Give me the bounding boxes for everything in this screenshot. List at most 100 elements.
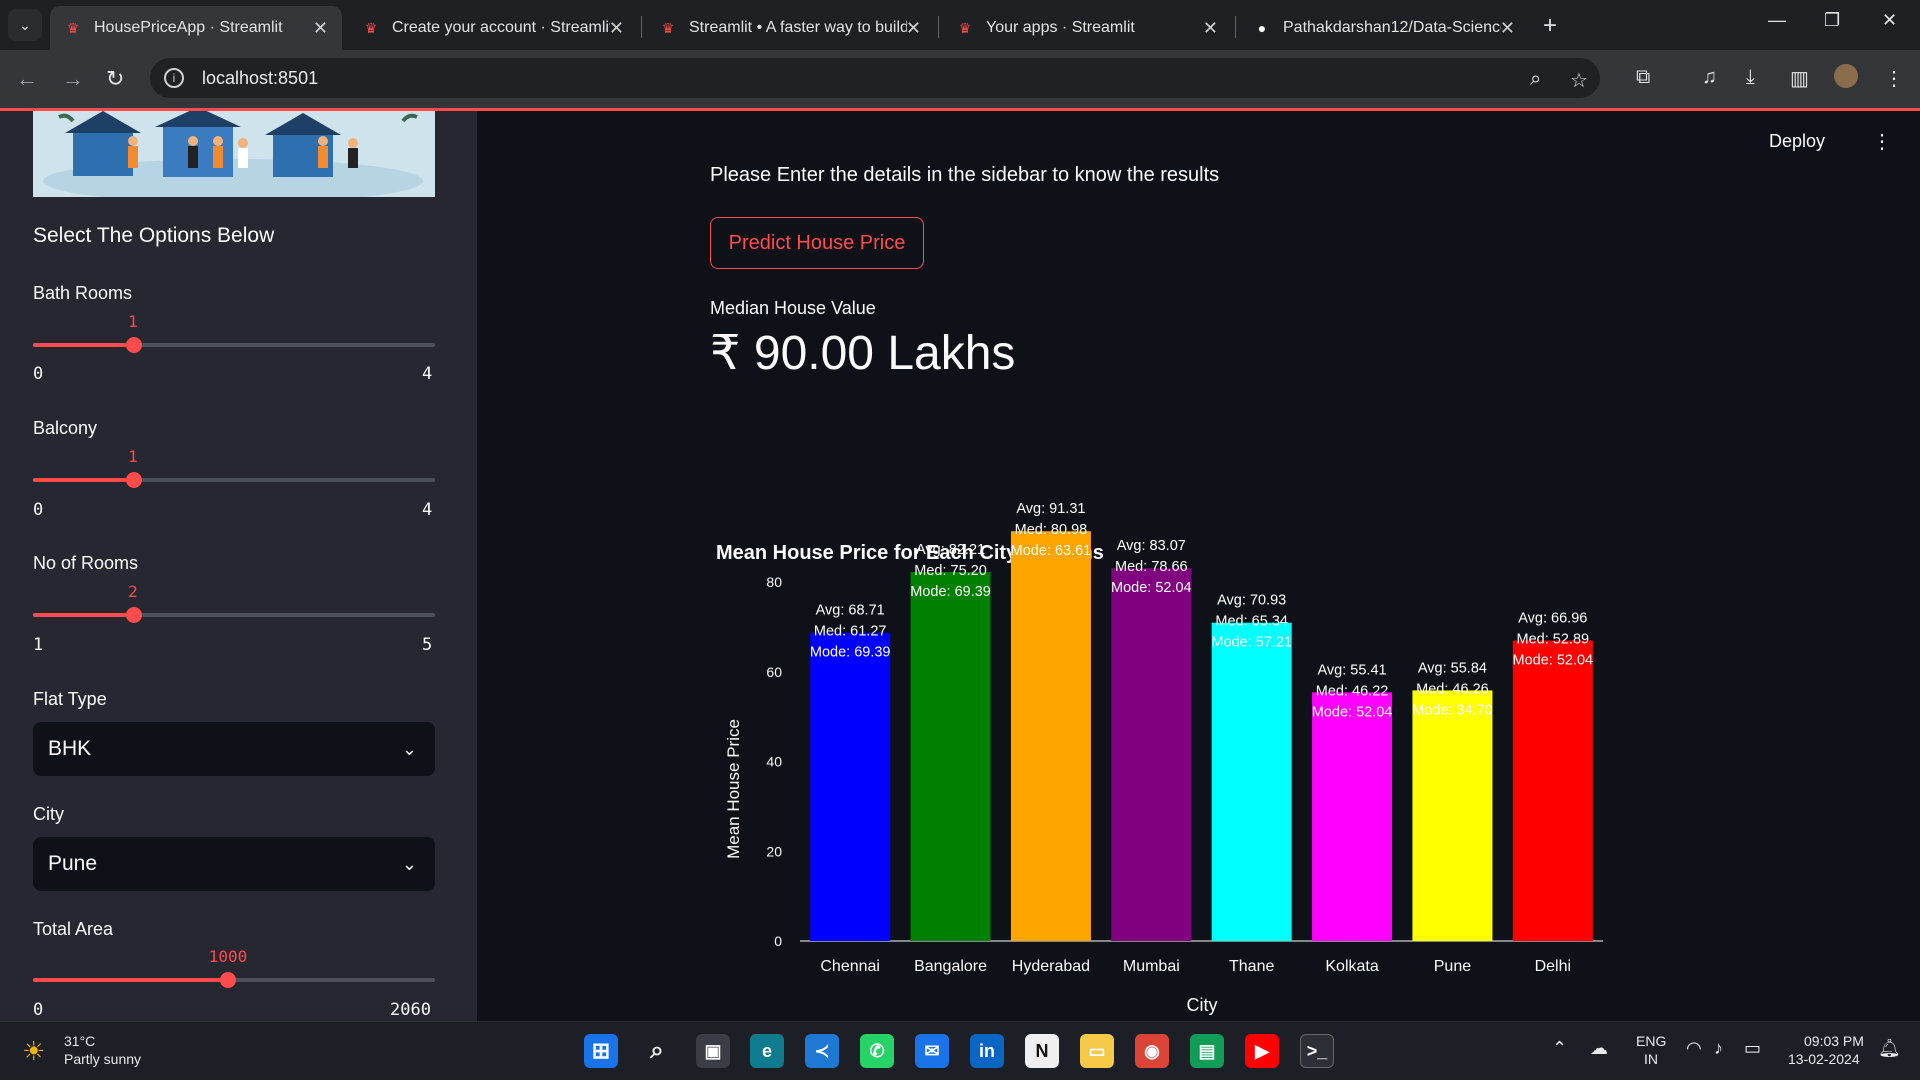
profile-avatar[interactable]: [1834, 64, 1858, 88]
weather-desc[interactable]: Partly sunny: [64, 1050, 141, 1068]
close-tab-icon[interactable]: ✕: [313, 18, 328, 39]
tab-streamlit-home[interactable]: ♛ Streamlit • A faster way to build ✕: [645, 6, 935, 50]
url-text: localhost:8501: [202, 67, 319, 88]
no-of-rooms-slider[interactable]: [33, 607, 435, 623]
language-bottom[interactable]: IN: [1644, 1050, 1658, 1068]
bar-delhi: [1512, 640, 1593, 941]
back-arrow-icon[interactable]: ←: [16, 66, 38, 92]
address-bar[interactable]: i localhost:8501 ⌕ ☆: [150, 58, 1600, 98]
close-tab-icon[interactable]: ✕: [609, 18, 624, 39]
whatsapp-icon[interactable]: ✆: [860, 1034, 894, 1068]
side-panel-icon[interactable]: ▥: [1790, 66, 1809, 91]
streamlit-crown-icon: ♛: [958, 19, 972, 36]
tab-divider: [641, 16, 642, 38]
close-window-icon[interactable]: ✕: [1882, 10, 1897, 31]
mode-label: Mode: 69.39: [810, 645, 891, 661]
notion-icon[interactable]: N: [1025, 1034, 1059, 1068]
metric-label: Median House Value: [710, 298, 876, 318]
balcony-slider[interactable]: [33, 472, 435, 488]
main-menu-icon[interactable]: ⋮: [1872, 129, 1892, 154]
vscode-icon[interactable]: ≺: [805, 1034, 839, 1068]
reload-icon[interactable]: ↻: [106, 66, 124, 92]
language-top[interactable]: ENG: [1636, 1032, 1666, 1050]
x-tick-label: Chennai: [820, 958, 880, 975]
flat-type-label: Flat Type: [33, 689, 107, 709]
bath-rooms-label: Bath Rooms: [33, 283, 133, 303]
tab-github[interactable]: ● Pathakdarshan12/Data-Science ✕: [1239, 6, 1529, 50]
notification-bell-icon[interactable]: 🔔︎: [1878, 1038, 1901, 1059]
tray-chevron-up-icon[interactable]: ⌃: [1552, 1038, 1567, 1059]
sidebar: Select The Options Below Bath Rooms 1 0 …: [0, 111, 477, 1021]
avg-label: Avg: 70.93: [1217, 593, 1286, 609]
browser-menu-icon[interactable]: ⋮: [1884, 66, 1904, 91]
classroom-icon[interactable]: ▤: [1190, 1034, 1224, 1068]
slider-fill: [33, 478, 134, 482]
onedrive-cloud-icon[interactable]: ☁: [1590, 1038, 1608, 1059]
slider-thumb[interactable]: [219, 972, 236, 988]
windows-start-icon[interactable]: ⊞: [584, 1034, 618, 1068]
total-area-slider[interactable]: [33, 972, 435, 988]
clock-time[interactable]: 09:03 PM: [1804, 1032, 1864, 1050]
deploy-button[interactable]: Deploy: [1769, 131, 1825, 152]
flat-type-select[interactable]: BHK ⌄: [33, 722, 435, 776]
slider-thumb[interactable]: [125, 472, 142, 488]
search-icon[interactable]: ⌕: [640, 1034, 674, 1068]
chevron-down-icon: ⌄: [401, 853, 417, 874]
no-of-rooms-label: No of Rooms: [33, 553, 139, 573]
balcony-min: 0: [33, 500, 44, 520]
new-tab-plus-icon[interactable]: +: [1543, 12, 1557, 40]
no-of-rooms-min: 1: [33, 635, 44, 655]
tab-divider: [1235, 16, 1236, 38]
no-of-rooms-max: 5: [422, 635, 433, 655]
median-label: Med: 78.66: [1115, 559, 1188, 575]
city-select[interactable]: Pune ⌄: [33, 837, 435, 891]
restore-icon[interactable]: ❐: [1824, 10, 1840, 31]
predict-house-price-button[interactable]: Predict House Price: [710, 217, 924, 269]
battery-icon[interactable]: ▭: [1744, 1038, 1761, 1059]
y-tick-label: 20: [766, 843, 782, 859]
tab-create-account[interactable]: ♛ Create your account · Streamlit ✕: [348, 6, 638, 50]
file-explorer-icon[interactable]: ▭: [1080, 1034, 1114, 1068]
slider-thumb[interactable]: [125, 607, 142, 623]
bath-rooms-value: 1: [128, 312, 138, 331]
tab-your-apps[interactable]: ♛ Your apps · Streamlit ✕: [942, 6, 1232, 50]
wifi-icon[interactable]: ◠: [1686, 1038, 1702, 1059]
slider-fill: [33, 343, 134, 347]
total-area-value: 1000: [208, 947, 248, 966]
bath-rooms-min: 0: [33, 364, 44, 384]
zoom-icon[interactable]: ⌕: [1530, 68, 1541, 91]
bath-rooms-slider[interactable]: [33, 337, 435, 353]
tab-search-chevron-icon[interactable]: ⌄: [8, 9, 42, 41]
chrome-icon[interactable]: ◉: [1135, 1034, 1169, 1068]
close-tab-icon[interactable]: ✕: [1500, 18, 1515, 39]
bookmark-star-icon[interactable]: ☆: [1570, 68, 1588, 93]
forward-arrow-icon[interactable]: →: [62, 66, 84, 92]
task-view-icon[interactable]: ▣: [696, 1034, 730, 1068]
close-tab-icon[interactable]: ✕: [1203, 18, 1218, 39]
y-tick-label: 0: [774, 933, 782, 949]
linkedin-icon[interactable]: in: [970, 1034, 1004, 1068]
youtube-icon[interactable]: ▶: [1245, 1034, 1279, 1068]
terminal-icon[interactable]: >_: [1300, 1034, 1334, 1068]
mode-label: Mode: 69.39: [910, 584, 991, 600]
tab-title: Your apps · Streamlit: [986, 19, 1135, 36]
weather-sun-icon[interactable]: ☀: [22, 1036, 45, 1067]
clock-date[interactable]: 13-02-2024: [1788, 1050, 1860, 1068]
weather-temp[interactable]: 31°C: [64, 1032, 95, 1050]
edge-icon[interactable]: e: [750, 1034, 784, 1068]
volume-icon[interactable]: ♪: [1714, 1038, 1723, 1059]
tab-title: Pathakdarshan12/Data-Science: [1283, 19, 1501, 36]
close-tab-icon[interactable]: ✕: [906, 18, 921, 39]
mail-icon[interactable]: ✉: [915, 1034, 949, 1068]
tab-houseprice[interactable]: ♛ HousePriceApp · Streamlit ✕: [50, 6, 342, 50]
bar-bangalore: [910, 572, 991, 941]
download-icon[interactable]: ⤓: [1746, 66, 1755, 89]
media-control-icon[interactable]: ♫: [1702, 66, 1717, 89]
minimize-icon[interactable]: —: [1768, 10, 1786, 31]
extensions-puzzle-icon[interactable]: ⧉: [1636, 66, 1650, 89]
site-info-icon[interactable]: i: [164, 68, 184, 88]
x-tick-label: Thane: [1229, 958, 1274, 975]
avg-label: Avg: 66.96: [1518, 611, 1587, 627]
x-tick-label: Delhi: [1535, 958, 1571, 975]
slider-thumb[interactable]: [125, 337, 142, 353]
